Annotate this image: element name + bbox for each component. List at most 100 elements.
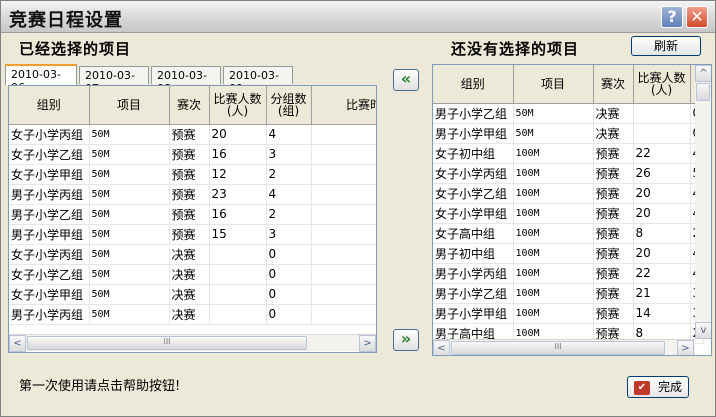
table-row[interactable]: 男子小学甲组100M预赛143 <box>433 303 704 324</box>
table-cell: 女子小学乙组 <box>9 264 90 285</box>
table-cell: 女子初中组 <box>433 143 514 164</box>
table-row[interactable]: 男子小学乙组50M决赛0 <box>433 103 704 124</box>
table-row[interactable]: 女子小学乙组 50M 预赛 16 3 <box>9 144 376 165</box>
table-cell: 男子小学乙组 <box>9 204 90 225</box>
tab-2010-03-09[interactable]: 2010-03-09 <box>223 66 293 95</box>
table-row[interactable]: 男子初中组100M预赛204 <box>433 243 704 264</box>
unselected-v-scrollbar[interactable]: ^ v <box>695 65 711 339</box>
table-cell: 男子小学甲组 <box>433 303 514 324</box>
table-cell: 50M <box>89 144 170 165</box>
table-cell: 0 <box>266 264 312 285</box>
table-row[interactable]: 男子小学丙组 50M 决赛 0 <box>9 304 376 325</box>
scroll-right-button[interactable]: > <box>359 335 376 352</box>
table-row[interactable]: 男子小学乙组100M预赛213 <box>433 283 704 304</box>
table-cell: 50M <box>513 123 594 144</box>
table-cell <box>311 224 376 245</box>
table-cell: 0 <box>266 304 312 325</box>
move-to-selected-button[interactable]: « <box>393 69 419 91</box>
table-row[interactable]: 女子小学甲组 50M 预赛 12 2 <box>9 164 376 185</box>
table-cell: 2 <box>266 204 312 225</box>
table-cell <box>633 123 691 144</box>
table-row[interactable]: 女子小学甲组100M预赛204 <box>433 203 704 224</box>
table-row[interactable]: 女子初中组100M预赛224 <box>433 143 704 164</box>
scroll-up-button[interactable]: ^ <box>695 65 711 82</box>
column-header[interactable]: 项目 <box>513 65 594 104</box>
selected-h-scrollbar[interactable]: < III > <box>9 334 376 352</box>
table-cell: 50M <box>89 244 170 265</box>
table-cell: 20 <box>633 183 691 204</box>
table-cell: 预赛 <box>593 163 634 184</box>
unselected-grid: 组别项目赛次比赛人数 (人) 男子小学乙组50M决赛0男子小学甲组50M决赛0女… <box>432 64 712 356</box>
table-cell: 0 <box>266 244 312 265</box>
table-cell <box>311 284 376 305</box>
move-to-unselected-button[interactable]: » <box>393 329 419 351</box>
table-cell: 20 <box>633 243 691 264</box>
table-row[interactable]: 女子高中组100M预赛82 <box>433 223 704 244</box>
table-cell: 预赛 <box>593 223 634 244</box>
table-row[interactable]: 女子小学丙组100M预赛265 <box>433 163 704 184</box>
finish-label: 完成 <box>657 380 682 394</box>
table-row[interactable]: 男子小学乙组 50M 预赛 16 2 <box>9 204 376 225</box>
table-row[interactable]: 女子小学丙组 50M 决赛 0 <box>9 244 376 265</box>
close-button[interactable]: ✕ <box>686 6 708 28</box>
table-row[interactable]: 男子小学甲组50M决赛0 <box>433 123 704 144</box>
column-header[interactable]: 比赛时间 <box>311 86 376 125</box>
table-cell: 决赛 <box>593 123 634 144</box>
tab-2010-03-08[interactable]: 2010-03-08 <box>151 66 221 95</box>
table-cell <box>311 264 376 285</box>
column-header[interactable]: 比赛人数 (人) <box>633 65 691 104</box>
tab-2010-03-07[interactable]: 2010-03-07 <box>79 66 149 95</box>
column-header[interactable]: 组别 <box>433 65 514 104</box>
column-header[interactable]: 分组数 (组) <box>266 86 312 125</box>
table-cell: 决赛 <box>169 304 210 325</box>
table-cell: 女子小学丙组 <box>433 163 514 184</box>
table-cell: 16 <box>209 144 267 165</box>
table-cell: 0 <box>266 284 312 305</box>
table-cell: 女子小学乙组 <box>433 183 514 204</box>
table-row[interactable]: 女子小学乙组 50M 决赛 0 <box>9 264 376 285</box>
table-cell: 4 <box>266 184 312 205</box>
table-cell: 预赛 <box>593 203 634 224</box>
column-header[interactable]: 比赛人数 (人) <box>209 86 267 125</box>
table-cell: 50M <box>89 284 170 305</box>
table-cell: 4 <box>266 124 312 145</box>
table-row[interactable]: 女子小学甲组 50M 决赛 0 <box>9 284 376 305</box>
unselected-h-scrollbar[interactable]: < III > <box>433 339 695 355</box>
table-cell: 50M <box>513 103 594 124</box>
table-cell <box>311 244 376 265</box>
scroll-right-button[interactable]: > <box>677 340 694 355</box>
scroll-thumb[interactable]: III <box>27 336 307 350</box>
table-row[interactable]: 男子小学丙组 50M 预赛 23 4 <box>9 184 376 205</box>
table-row[interactable]: 男子小学丙组100M预赛224 <box>433 263 704 284</box>
table-cell: 12 <box>209 164 267 185</box>
tab-2010-03-06[interactable]: 2010-03-06 <box>5 64 77 94</box>
table-row[interactable]: 男子小学甲组 50M 预赛 15 3 <box>9 224 376 245</box>
table-row[interactable]: 女子小学丙组 50M 预赛 20 4 <box>9 124 376 145</box>
selected-heading: 已经选择的项目 <box>19 40 132 58</box>
column-header[interactable]: 赛次 <box>593 65 634 104</box>
help-button[interactable]: ? <box>661 6 683 28</box>
table-cell: 100M <box>513 283 594 304</box>
column-header[interactable]: 项目 <box>89 86 170 125</box>
column-header[interactable]: 组别 <box>9 86 90 125</box>
scroll-left-button[interactable]: < <box>433 340 450 355</box>
refresh-button[interactable]: 刷新 <box>631 36 701 56</box>
table-cell: 男子小学乙组 <box>433 103 514 124</box>
scroll-thumb[interactable]: III <box>451 341 665 355</box>
table-cell: 男子小学丙组 <box>433 263 514 284</box>
table-row[interactable]: 女子小学乙组100M预赛204 <box>433 183 704 204</box>
scroll-down-button[interactable]: v <box>695 322 711 339</box>
table-cell: 100M <box>513 203 594 224</box>
table-cell: 女子小学甲组 <box>9 284 90 305</box>
scroll-left-button[interactable]: < <box>9 335 26 352</box>
table-cell <box>311 164 376 185</box>
column-header[interactable]: 赛次 <box>169 86 210 125</box>
table-cell: 26 <box>633 163 691 184</box>
table-cell: 女子小学甲组 <box>9 164 90 185</box>
v-scroll-thumb[interactable] <box>696 83 710 101</box>
table-cell <box>209 264 267 285</box>
finish-button[interactable]: ✔ 完成 <box>627 376 689 398</box>
table-cell: 预赛 <box>169 184 210 205</box>
table-cell <box>311 304 376 325</box>
table-cell: 预赛 <box>593 263 634 284</box>
